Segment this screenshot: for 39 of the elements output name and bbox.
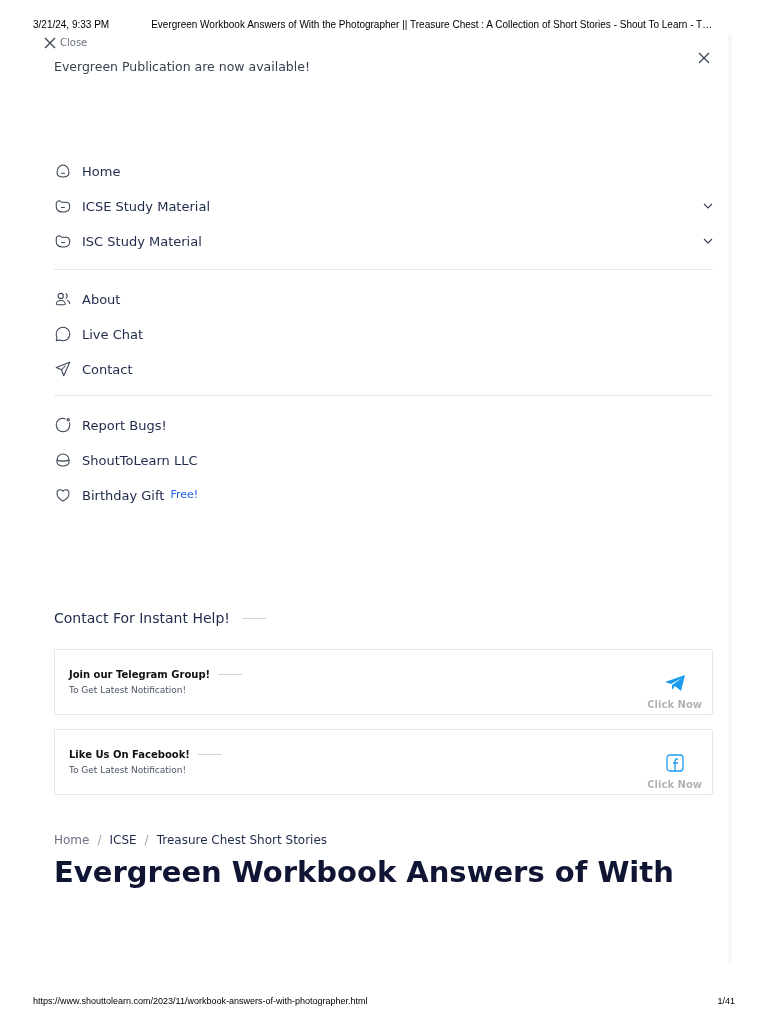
breadcrumb-separator: / — [97, 831, 102, 849]
page-url: https://www.shouttolearn.com/2023/11/workbook-answers-of-with-photographer.html — [33, 994, 368, 1008]
section-title: Contact For Instant Help! — [54, 608, 230, 628]
close-icon[interactable] — [698, 52, 710, 64]
chevron-down-icon[interactable] — [703, 238, 713, 245]
menu-link[interactable]: Home — [82, 161, 121, 181]
menu-link[interactable]: ICSE Study Material — [82, 196, 210, 216]
article-heading: Evergreen Workbook Answers of With — [54, 853, 674, 891]
menu-link[interactable]: Birthday Gift — [82, 485, 165, 505]
notice-text: Evergreen Publication are now available! — [54, 58, 310, 76]
card-title: Like Us On Facebook! — [69, 747, 190, 762]
card-subtitle: To Get Latest Notification! — [69, 763, 188, 777]
breadcrumb-link[interactable]: ICSE — [109, 830, 137, 849]
breadcrumb-link[interactable]: Treasure Chest Short Stories — [156, 830, 328, 849]
free-label: Free! — [170, 487, 199, 503]
card-subtitle: To Get Latest Notification! — [69, 683, 188, 697]
page-title: Evergreen Workbook Answers of With the Photographer || Treasure Chest : A Collection of Short Stories - Shout To Learn - T… — [151, 17, 713, 32]
chevron-down-icon[interactable] — [703, 203, 713, 210]
facebook-icon — [665, 753, 684, 772]
menu-link[interactable]: Contact — [82, 359, 133, 379]
menu-link[interactable]: Report Bugs! — [82, 415, 167, 435]
menu-link[interactable]: ISC Study Material — [82, 231, 202, 251]
print-date: 3/21/24, 9:33 PM — [33, 17, 110, 32]
telegram-icon — [663, 673, 686, 692]
close-button[interactable]: Close — [44, 35, 88, 50]
contact-card[interactable]: Join our Telegram Group! To Get Latest Notification! Click Now — [54, 648, 713, 715]
folder-icon — [54, 197, 72, 216]
contact-card[interactable]: Like Us On Facebook! To Get Latest Notification! Click Now — [54, 728, 713, 795]
menu-link[interactable]: About — [82, 289, 121, 309]
page-number: 1/41 — [717, 994, 735, 1008]
card-title: Join our Telegram Group! — [69, 667, 211, 682]
folder-icon — [54, 232, 72, 251]
menu-link[interactable]: Live Chat — [82, 324, 144, 344]
send-icon — [54, 360, 72, 379]
breadcrumb-link[interactable]: Home — [54, 830, 90, 849]
breadcrumb-separator: / — [144, 831, 149, 849]
chat-icon — [54, 325, 72, 344]
menu-link[interactable]: ShoutToLearn LLC — [82, 450, 198, 470]
close-icon — [44, 36, 56, 49]
